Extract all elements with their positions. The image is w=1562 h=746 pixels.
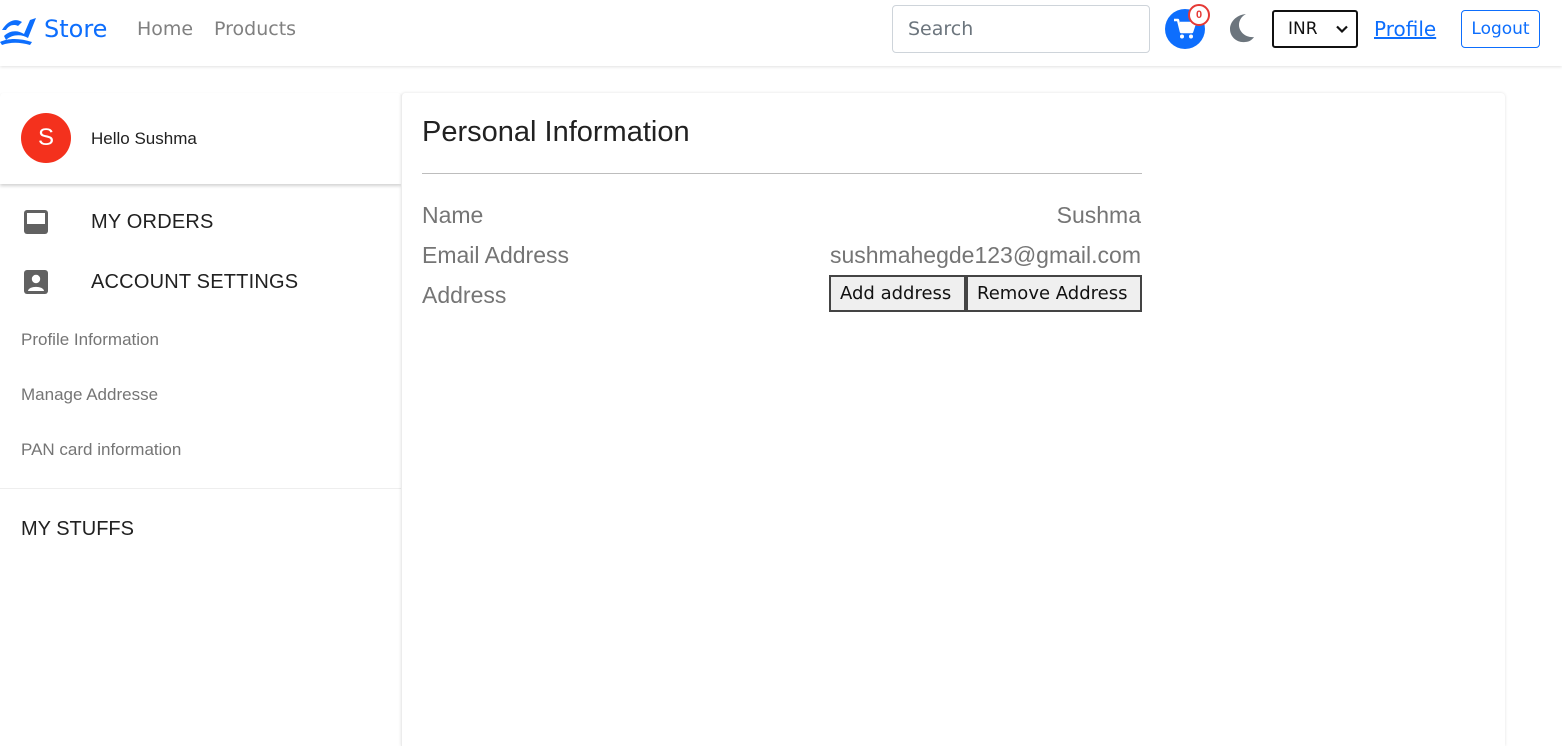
moon-icon[interactable] (1226, 12, 1256, 44)
user-greeting-card: S Hello Sushma (0, 93, 401, 184)
sidebar-subitem-manage-addresses[interactable]: Manage Addresse (21, 385, 158, 405)
sidebar-item-account-settings[interactable]: ACCOUNT SETTINGS (0, 257, 401, 307)
address-actions: Add address Remove Address (829, 275, 1142, 312)
remove-address-button[interactable]: Remove Address (966, 275, 1142, 312)
account-sidebar: S Hello Sushma MY ORDERS ACCOUNT SETTING… (0, 93, 401, 746)
add-address-button[interactable]: Add address (829, 275, 966, 312)
page-title: Personal Information (422, 116, 690, 148)
sidebar-item-my-orders[interactable]: MY ORDERS (0, 197, 401, 247)
name-value: Sushma (1056, 202, 1141, 228)
currency-selected-value: INR (1288, 19, 1318, 39)
email-value: sushmahegde123@gmail.com (829, 242, 1141, 268)
brand-link[interactable]: Store (0, 12, 107, 46)
email-label: Email Address (422, 242, 570, 268)
search-input[interactable] (892, 5, 1150, 53)
sidebar-item-label: ACCOUNT SETTINGS (91, 270, 299, 293)
brand-name: Store (44, 15, 108, 43)
greeting-text: Hello Sushma (91, 129, 197, 148)
brand-logo-icon (0, 18, 36, 45)
profile-link[interactable]: Profile (1374, 17, 1436, 41)
inbox-icon (24, 210, 48, 234)
name-label: Name (422, 202, 484, 228)
account-box-icon (24, 270, 48, 294)
avatar: S (21, 113, 71, 163)
cart-count-badge: 0 (1188, 4, 1210, 26)
sidebar-subitem-profile-information[interactable]: Profile Information (21, 330, 159, 350)
nav-home-link[interactable]: Home (137, 18, 193, 40)
address-label: Address (422, 282, 507, 308)
logout-button[interactable]: Logout (1461, 10, 1540, 48)
nav-products-link[interactable]: Products (214, 18, 296, 40)
top-navbar: Store Home Products 0 INR Profile Logout (0, 0, 1562, 66)
sidebar-item-my-stuffs[interactable]: MY STUFFS (21, 518, 134, 541)
currency-select[interactable]: INR (1272, 10, 1358, 48)
chevron-down-icon (1336, 25, 1348, 34)
sidebar-item-label: MY ORDERS (91, 210, 214, 233)
title-divider (422, 173, 1142, 174)
personal-information-panel: Personal Information Name Sushma Email A… (401, 93, 1505, 746)
sidebar-divider (0, 488, 401, 489)
sidebar-subitem-pan-card[interactable]: PAN card information (21, 440, 181, 460)
